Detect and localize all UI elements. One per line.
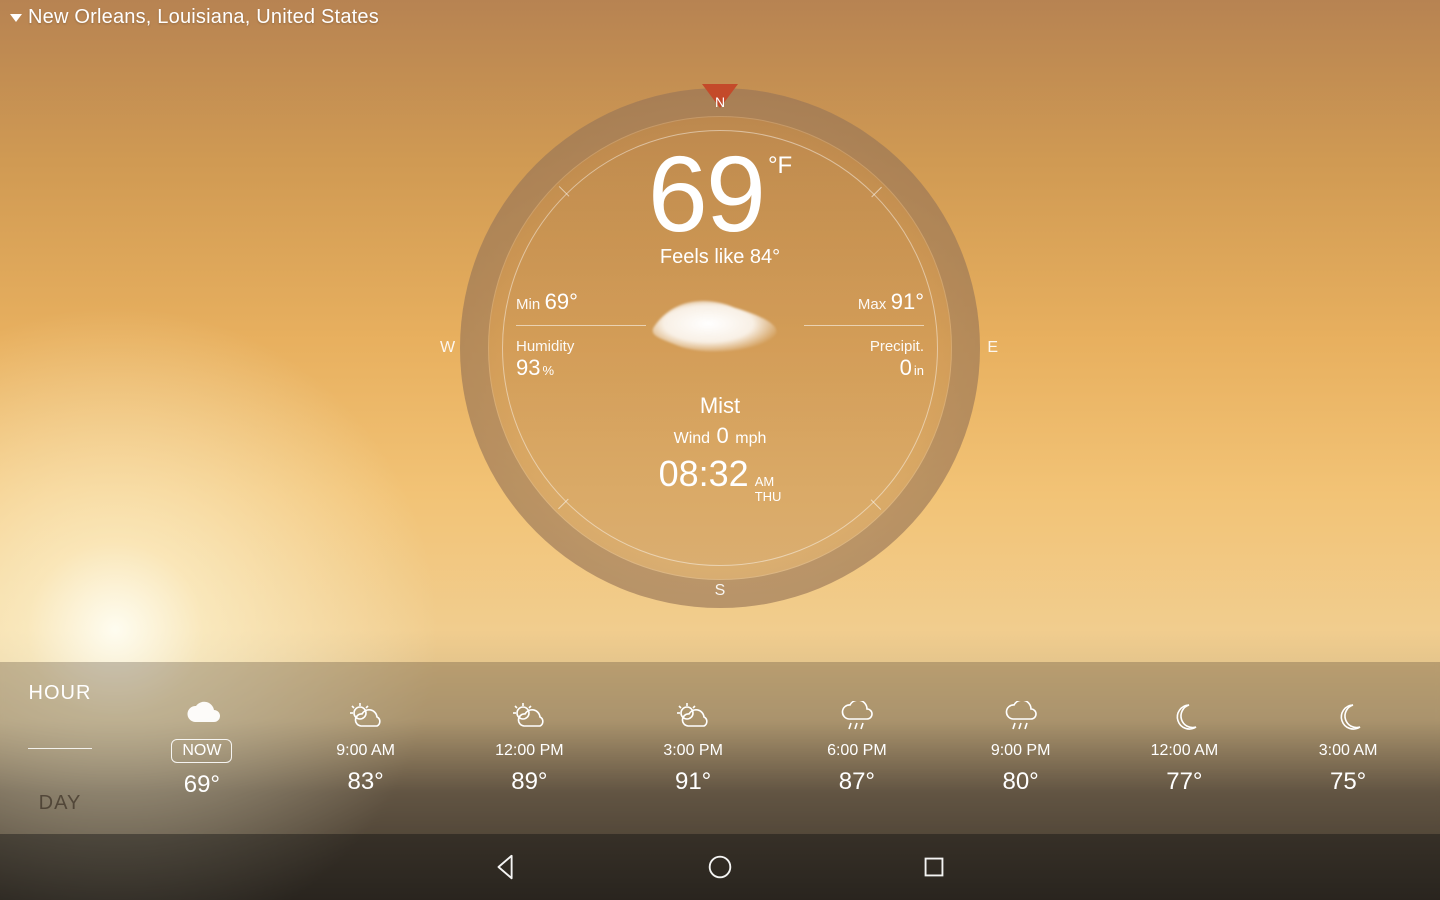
time-dow: THU <box>755 490 782 505</box>
suncloud-icon <box>674 700 712 734</box>
humidity-label: Humidity <box>516 338 646 355</box>
wind-value: 0 <box>715 423 731 448</box>
wind-unit: mph <box>735 430 766 447</box>
time-ampm: AM <box>755 475 782 490</box>
compass-n-label: N <box>715 94 725 110</box>
home-button[interactable] <box>703 850 737 884</box>
forecast-time: 9:00 AM <box>336 742 395 760</box>
forecast-cell[interactable]: NOW 69° <box>120 662 284 834</box>
forecast-cell[interactable]: 6:00 PM 87° <box>775 662 939 834</box>
mode-separator <box>28 748 92 749</box>
hour-tab[interactable]: HOUR <box>21 676 100 711</box>
forecast-time: 3:00 PM <box>663 742 723 760</box>
compass-w-label: W <box>440 339 455 357</box>
rain-icon <box>1003 700 1039 734</box>
precip-unit: in <box>914 363 924 378</box>
min-humidity-block: Min 69° Humidity93% <box>516 289 646 381</box>
max-value: 91° <box>891 289 924 314</box>
temp-unit: °F <box>768 154 792 178</box>
humidity-value: 93 <box>516 355 540 380</box>
compass-e-label: E <box>987 339 998 357</box>
time-value: 08:32 <box>659 453 749 495</box>
precip-value: 0 <box>900 355 912 380</box>
forecast-cell[interactable]: 9:00 PM 80° <box>939 662 1103 834</box>
forecast-cell[interactable]: 9:00 AM 83° <box>284 662 448 834</box>
time-row: 08:32 AM THU <box>659 453 782 505</box>
suncloud-icon <box>347 700 385 734</box>
back-button[interactable] <box>489 850 523 884</box>
forecast-mode-toggle: HOUR DAY <box>0 662 120 834</box>
current-temp: 69 °F <box>648 140 792 248</box>
forecast-time: 9:00 PM <box>991 742 1051 760</box>
forecast-cell[interactable]: 3:00 AM 75° <box>1266 662 1430 834</box>
feels-like: Feels like 84° <box>660 246 780 269</box>
forecast-cell[interactable]: 12:00 AM 77° <box>1103 662 1267 834</box>
rain-icon <box>839 700 875 734</box>
forecast-cell[interactable]: 12:00 PM 89° <box>448 662 612 834</box>
temp-value: 69 <box>648 140 764 248</box>
min-label: Min <box>516 296 540 313</box>
precip-label: Precipit. <box>870 338 924 355</box>
chevron-down-icon <box>10 14 22 22</box>
max-label: Max <box>858 296 886 313</box>
moon-icon <box>1333 700 1363 734</box>
forecast-temp: 80° <box>1002 768 1038 796</box>
forecast-strip: HOUR DAY NOW 69° 9:00 AM 83° 12:00 PM 89° 3:00… <box>0 662 1440 834</box>
max-precip-block: Max 91° Precipit.0in <box>794 289 924 381</box>
forecast-temp: 75° <box>1330 768 1366 796</box>
forecast-temp: 69° <box>184 771 220 799</box>
day-tab[interactable]: DAY <box>31 786 90 821</box>
weather-dial[interactable]: N S E W 69 °F Feels like 84° Min 69° Hum… <box>460 88 980 608</box>
recents-button[interactable] <box>917 850 951 884</box>
wind-row: Wind 0 mph <box>674 423 767 449</box>
forecast-temp: 83° <box>347 768 383 796</box>
moon-icon <box>1169 700 1199 734</box>
cloud-icon <box>184 697 220 731</box>
forecast-time: NOW <box>171 739 232 763</box>
forecast-time: 12:00 PM <box>495 742 563 760</box>
min-value: 69° <box>545 289 578 314</box>
forecast-temp: 91° <box>675 768 711 796</box>
forecast-temp: 89° <box>511 768 547 796</box>
forecast-time: 6:00 PM <box>827 742 887 760</box>
location-selector[interactable]: New Orleans, Louisiana, United States <box>10 6 379 29</box>
forecast-temp: 77° <box>1166 768 1202 796</box>
suncloud-icon <box>510 700 548 734</box>
forecast-time: 12:00 AM <box>1151 742 1219 760</box>
location-label: New Orleans, Louisiana, United States <box>28 6 379 29</box>
mist-icon <box>646 287 794 383</box>
wind-label: Wind <box>674 430 710 447</box>
forecast-temp: 87° <box>839 768 875 796</box>
compass-s-label: S <box>715 582 726 600</box>
forecast-time: 3:00 AM <box>1319 742 1378 760</box>
android-navbar <box>0 834 1440 900</box>
humidity-unit: % <box>542 363 554 378</box>
forecast-cell[interactable]: 3:00 PM 91° <box>611 662 775 834</box>
condition-label: Mist <box>700 393 740 419</box>
forecast-cells[interactable]: NOW 69° 9:00 AM 83° 12:00 PM 89° 3:00 PM 91° 6:0… <box>120 662 1430 834</box>
dial-content: 69 °F Feels like 84° Min 69° Humidity93% <box>510 138 930 558</box>
